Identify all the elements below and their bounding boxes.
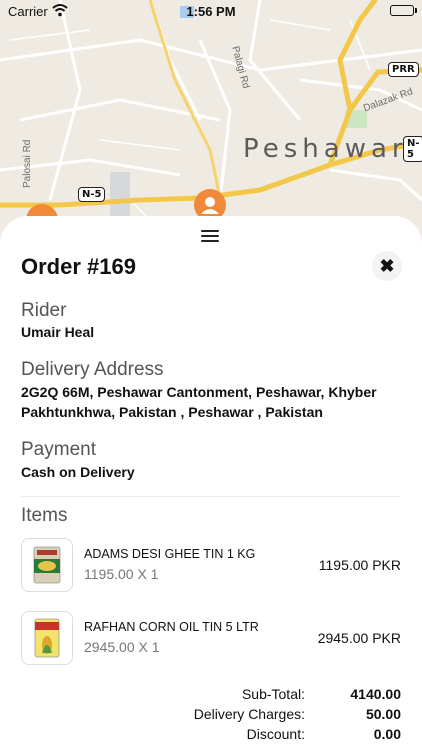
menu-handle-icon[interactable]	[201, 230, 219, 244]
item-price: 1195.00 PKR	[318, 557, 401, 573]
item-name: ADAMS DESI GHEE TIN 1 KG	[84, 547, 256, 561]
delivery-charges-row: Delivery Charges: 50.00	[21, 706, 401, 726]
item-quantity: 1195.00 X 1	[84, 566, 159, 582]
status-bar: Carrier 1:56 PM	[0, 0, 422, 22]
order-title: Order #169	[21, 254, 136, 279]
delivery-charges-label: Delivery Charges:	[193, 706, 305, 722]
items-label: Items	[21, 505, 68, 526]
highway-shield: PRR	[388, 62, 419, 77]
subtotal-row: Sub-Total: 4140.00	[21, 686, 401, 706]
delivery-address: 2G2Q 66M, Peshawar Cantonment, Peshawar,…	[21, 384, 377, 420]
close-icon: ✖	[379, 255, 395, 276]
highway-shield: N-5	[78, 187, 106, 202]
payment-label: Payment	[21, 439, 96, 460]
discount-row: Discount: 0.00	[21, 726, 401, 746]
product-image	[21, 611, 73, 665]
payment-method: Cash on Delivery	[21, 464, 135, 480]
list-item[interactable]: RAFHAN CORN OIL TIN 5 LTR 2945.00 X 1 29…	[21, 611, 401, 665]
road-label: Palosai Rd	[22, 139, 33, 188]
subtotal-label: Sub-Total:	[241, 686, 305, 702]
order-details-sheet: Order #169 ✖ Rider Umair Heal Delivery A…	[0, 216, 422, 750]
item-name: RAFHAN CORN OIL TIN 5 LTR	[84, 620, 259, 634]
product-image	[21, 538, 73, 592]
divider	[21, 496, 401, 497]
discount-value: 0.00	[373, 726, 401, 742]
delivery-address-label: Delivery Address	[21, 359, 164, 380]
list-item[interactable]: ADAMS DESI GHEE TIN 1 KG 1195.00 X 1 119…	[21, 538, 401, 592]
close-button[interactable]: ✖	[372, 251, 402, 281]
rider-label: Rider	[21, 300, 67, 321]
discount-label: Discount:	[246, 726, 305, 742]
city-label: Peshawar	[243, 134, 408, 164]
rider-name: Umair Heal	[21, 324, 95, 340]
clock: 1:56 PM	[186, 4, 236, 19]
item-price: 2945.00 PKR	[317, 630, 401, 646]
subtotal-value: 4140.00	[350, 686, 401, 702]
item-quantity: 2945.00 X 1	[84, 639, 160, 655]
delivery-charges-value: 50.00	[365, 706, 401, 722]
battery-icon	[390, 5, 417, 16]
